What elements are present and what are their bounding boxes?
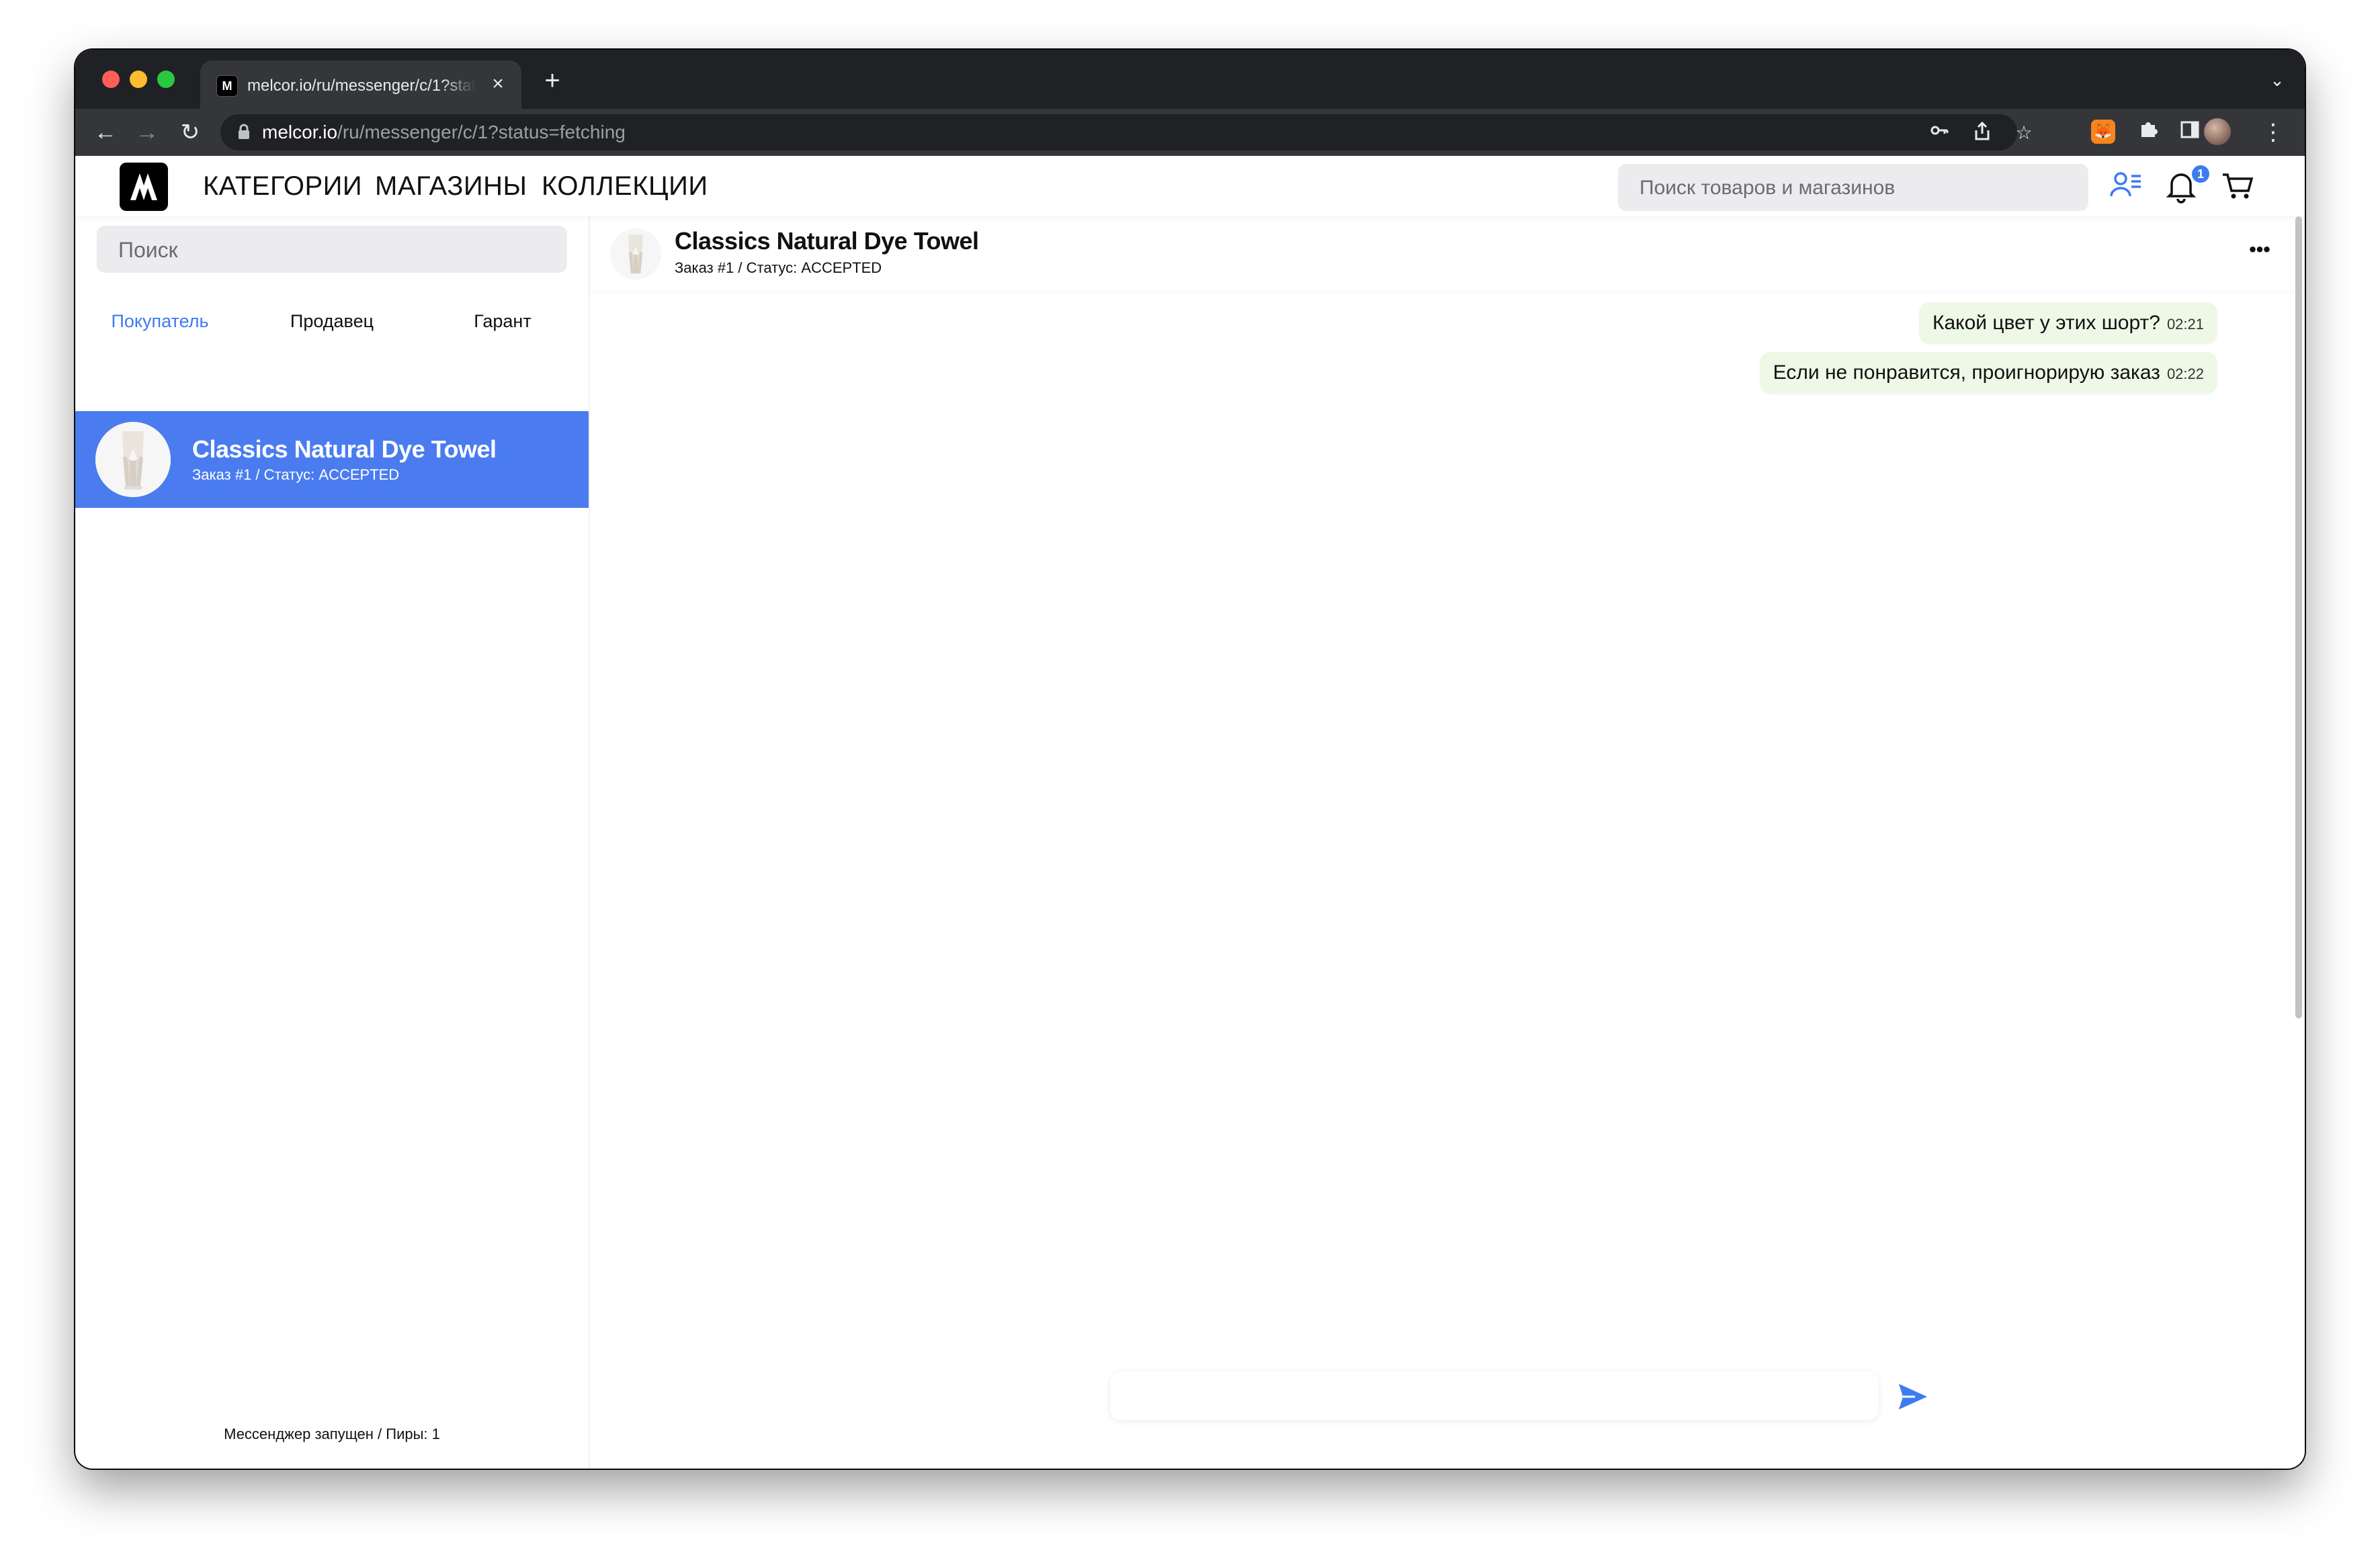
message-time: 02:21 bbox=[2166, 316, 2204, 333]
tab-search-chevron-icon[interactable]: ⌄ bbox=[2266, 69, 2289, 91]
url-path: /ru/messenger/c/1?status=fetching bbox=[337, 122, 626, 142]
more-options-icon[interactable]: ••• bbox=[2243, 236, 2277, 263]
product-thumbnail bbox=[95, 422, 171, 497]
site-search-input[interactable] bbox=[1638, 164, 2071, 212]
close-tab-icon[interactable]: × bbox=[486, 73, 509, 95]
chat-header: Classics Natural Dye Towel Заказ #1 / Ст… bbox=[590, 216, 2305, 290]
site-header: КАТЕГОРИИ МАГАЗИНЫ КОЛЛЕКЦИИ 1 bbox=[75, 156, 2305, 216]
url-text[interactable]: melcor.io/ru/messenger/c/1?status=fetchi… bbox=[262, 121, 626, 144]
new-tab-button[interactable]: + bbox=[539, 67, 566, 94]
tab-buyer[interactable]: Покупатель bbox=[93, 308, 227, 335]
browser-toolbar: ← → ↻ melcor.io/ru/messenger/c/1?status=… bbox=[75, 109, 2305, 156]
chat-panel: Classics Natural Dye Towel Заказ #1 / Ст… bbox=[590, 216, 2305, 1469]
bookmark-star-icon[interactable]: ☆ bbox=[2012, 121, 2036, 145]
forward-arrow-icon[interactable]: → bbox=[133, 118, 161, 146]
cart-icon[interactable] bbox=[2219, 167, 2256, 204]
conversation-search[interactable] bbox=[97, 226, 567, 274]
lock-icon bbox=[235, 124, 253, 141]
message-composer[interactable] bbox=[1110, 1372, 1879, 1422]
chat-subtitle: Заказ #1 / Статус: ACCEPTED bbox=[675, 259, 882, 276]
message-list: Какой цвет у этих шорт? 02:21 Если не пон… bbox=[590, 290, 2305, 1365]
chat-product-thumbnail bbox=[610, 228, 661, 279]
user-list-icon[interactable] bbox=[2107, 167, 2145, 204]
extensions-puzzle-icon[interactable] bbox=[2134, 118, 2162, 146]
message-bubble: Если не понравится, проигнорирую заказ 02… bbox=[1759, 352, 2217, 394]
minimize-window-button[interactable] bbox=[130, 71, 147, 88]
site-search[interactable] bbox=[1618, 164, 2088, 212]
nav-collections[interactable]: КОЛЛЕКЦИИ bbox=[542, 169, 708, 203]
message-time: 02:22 bbox=[2166, 365, 2204, 382]
address-bar[interactable]: melcor.io/ru/messenger/c/1?status=fetchi… bbox=[220, 114, 2033, 150]
chat-title: Classics Natural Dye Towel bbox=[675, 227, 979, 255]
nav-categories[interactable]: КАТЕГОРИИ bbox=[203, 169, 362, 203]
close-window-button[interactable] bbox=[102, 71, 120, 88]
conversation-subtitle: Заказ #1 / Статус: ACCEPTED bbox=[192, 466, 400, 483]
melcor-logo-icon: M bbox=[216, 75, 238, 97]
message-bubble: Какой цвет у этих шорт? 02:21 bbox=[1918, 302, 2217, 344]
metamask-fox-icon[interactable]: 🦊 bbox=[2091, 120, 2115, 144]
conversation-item[interactable]: Classics Natural Dye Towel Заказ #1 / Ст… bbox=[75, 411, 589, 508]
back-arrow-icon[interactable]: ← bbox=[91, 118, 120, 146]
nav-shops[interactable]: МАГАЗИНЫ bbox=[375, 169, 527, 203]
messenger-status: Мессенджер запущен / Пиры: 1 bbox=[224, 1426, 440, 1442]
melcor-logo[interactable] bbox=[120, 163, 168, 211]
page-scrollbar[interactable] bbox=[2295, 216, 2302, 1018]
profile-avatar[interactable] bbox=[2204, 118, 2231, 145]
conversation-list-panel: Покупатель Продавец Гарант Classics Natu… bbox=[75, 216, 590, 1469]
key-icon[interactable] bbox=[1927, 121, 1951, 145]
tab-title: melcor.io/ru/messenger/c/1?status=fetchi… bbox=[247, 75, 476, 97]
message-input[interactable] bbox=[1125, 1372, 1867, 1422]
tab-seller[interactable]: Продавец bbox=[265, 308, 399, 335]
browser-window: M melcor.io/ru/messenger/c/1?status=fetc… bbox=[75, 50, 2305, 1469]
tab-strip: M melcor.io/ru/messenger/c/1?status=fetc… bbox=[75, 50, 2305, 109]
side-panel-icon[interactable] bbox=[2176, 118, 2204, 146]
conversation-title: Classics Natural Dye Towel bbox=[192, 435, 497, 463]
url-host: melcor.io bbox=[262, 122, 338, 142]
notification-badge: 1 bbox=[2192, 165, 2209, 183]
browser-menu-icon[interactable]: ⋮ bbox=[2259, 118, 2287, 146]
share-icon[interactable] bbox=[1970, 121, 1994, 145]
message-text: Какой цвет у этих шорт? bbox=[1932, 312, 2160, 334]
conversation-search-input[interactable] bbox=[117, 226, 550, 274]
tab-guarantor[interactable]: Гарант bbox=[435, 308, 570, 335]
send-icon[interactable] bbox=[1895, 1379, 1931, 1415]
maximize-window-button[interactable] bbox=[157, 71, 175, 88]
reload-icon[interactable]: ↻ bbox=[176, 118, 204, 146]
browser-tab[interactable]: M melcor.io/ru/messenger/c/1?status=fetc… bbox=[200, 60, 521, 109]
message-text: Если не понравится, проигнорирую заказ bbox=[1773, 361, 2160, 384]
